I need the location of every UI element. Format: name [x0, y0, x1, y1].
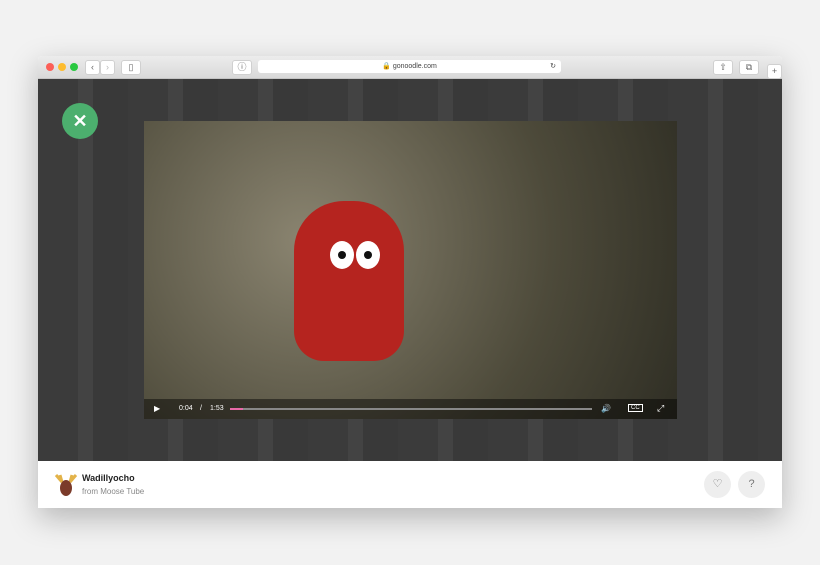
moose-eye	[356, 241, 380, 269]
tabs-icon[interactable]: ⧉	[739, 60, 759, 75]
browser-toolbar: ‹ › ▯ ⓘ 🔒 gonoodle.com ↻ ⇧ ⧉ +	[38, 56, 782, 79]
new-tab-icon[interactable]: +	[767, 64, 782, 79]
help-button[interactable]: ?	[738, 471, 765, 498]
url-text: gonoodle.com	[392, 63, 437, 70]
duration: 1:53	[210, 405, 224, 412]
moose-avatar-icon	[54, 474, 78, 496]
volume-icon[interactable]: 🔊	[601, 404, 611, 413]
back-button[interactable]: ‹	[85, 60, 100, 75]
sidebar-toggle-icon[interactable]: ▯	[121, 60, 141, 75]
address-bar[interactable]: 🔒 gonoodle.com ↻	[258, 60, 561, 73]
reload-icon[interactable]: ↻	[550, 60, 556, 73]
video-title: Wadillyocho	[82, 473, 135, 483]
video-info-bar: Wadillyocho from Moose Tube ♡ ?	[38, 461, 782, 508]
share-icon[interactable]: ⇧	[713, 60, 733, 75]
browser-window: ‹ › ▯ ⓘ 🔒 gonoodle.com ↻ ⇧ ⧉ + ✕ ▶ 0:04 /…	[38, 56, 782, 508]
moose-eye	[330, 241, 354, 269]
captions-icon[interactable]: CC	[628, 404, 643, 412]
minimize-window-button[interactable]	[58, 63, 66, 71]
time-separator: /	[200, 405, 202, 412]
video-frame-moose	[294, 201, 404, 361]
current-time: 0:04	[179, 405, 193, 412]
forward-button[interactable]: ›	[100, 60, 115, 75]
heart-icon[interactable]: ♡	[704, 471, 731, 498]
play-icon[interactable]: ▶	[154, 404, 160, 413]
progress-fill	[230, 408, 243, 410]
close-window-button[interactable]	[46, 63, 54, 71]
privacy-info-icon[interactable]: ⓘ	[232, 60, 252, 75]
video-controls: ▶ 0:04 / 1:53 🔊 CC ⤢	[144, 399, 677, 419]
video-source: from Moose Tube	[82, 487, 145, 496]
video-player[interactable]: ▶ 0:04 / 1:53 🔊 CC ⤢	[144, 121, 677, 419]
maximize-window-button[interactable]	[70, 63, 78, 71]
close-icon[interactable]: ✕	[62, 103, 98, 139]
fullscreen-icon[interactable]: ⤢	[657, 403, 664, 414]
progress-bar[interactable]	[230, 408, 592, 410]
video-stage: ✕ ▶ 0:04 / 1:53 🔊 CC ⤢	[38, 79, 782, 461]
